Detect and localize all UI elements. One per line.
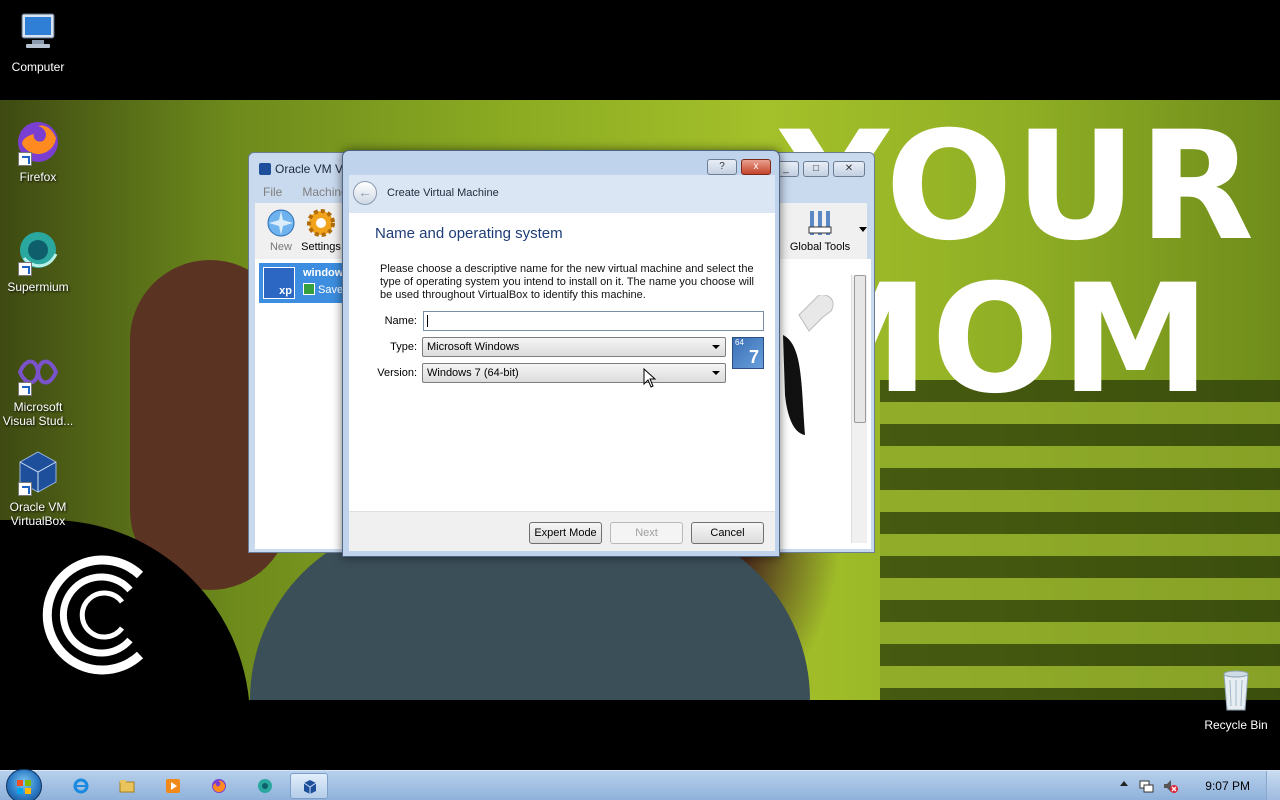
windows-xp-os-icon: xp xyxy=(263,267,295,299)
supermium-icon xyxy=(258,779,272,793)
toolbar-dropdown-arrow-icon[interactable] xyxy=(859,227,867,232)
type-label: Type: xyxy=(390,341,417,353)
firefox-icon xyxy=(212,779,226,793)
scrollbar-thumb[interactable] xyxy=(854,275,866,423)
taskbar-firefox[interactable] xyxy=(200,773,238,799)
create-vm-dialog[interactable]: ? x ← Create Virtual Machine Name and op… xyxy=(342,150,780,557)
virtualbox-icon xyxy=(14,448,62,496)
virtualbox-icon xyxy=(303,780,317,794)
shortcut-arrow-icon xyxy=(18,152,32,166)
dialog-close-button[interactable]: x xyxy=(741,159,771,175)
taskbar-virtualbox[interactable] xyxy=(290,773,328,799)
folder-icon xyxy=(119,780,135,793)
back-arrow-icon: ← xyxy=(358,184,372,200)
menu-machine[interactable]: Machine xyxy=(302,185,347,199)
version-select[interactable]: Windows 7 (64-bit) xyxy=(422,363,726,383)
system-tray: 9:07 PM xyxy=(1110,771,1280,800)
firefox-icon xyxy=(14,118,62,166)
recycle-bin-icon xyxy=(1212,666,1260,714)
details-scrollbar[interactable] xyxy=(851,275,867,543)
dialog-title: Create Virtual Machine xyxy=(387,187,499,199)
start-button[interactable] xyxy=(6,769,42,800)
gear-icon xyxy=(305,207,337,239)
windows-7-os-icon: 64 7 xyxy=(732,337,764,369)
vm-list: xp window Save xyxy=(255,259,350,549)
desktop-icon-virtualbox[interactable]: Oracle VM VirtualBox xyxy=(0,448,76,528)
desktop-icon-supermium[interactable]: Supermium xyxy=(0,228,76,294)
cancel-button[interactable]: Cancel xyxy=(691,522,764,544)
taskbar-supermium[interactable] xyxy=(246,773,284,799)
shortcut-arrow-icon xyxy=(18,482,32,496)
show-hidden-icons-arrow-icon[interactable] xyxy=(1120,781,1128,786)
taskbar: 9:07 PM xyxy=(0,769,1280,800)
shortcut-arrow-icon xyxy=(18,262,32,276)
tools-illustration-icon xyxy=(783,295,834,435)
vm-name: window xyxy=(303,267,344,279)
close-icon: x xyxy=(753,161,759,172)
tools-icon xyxy=(804,207,836,239)
help-button[interactable]: ? xyxy=(707,159,737,175)
desktop-icon-label: Oracle VM VirtualBox xyxy=(9,500,67,528)
next-button[interactable]: Next xyxy=(610,522,683,544)
expert-mode-button[interactable]: Expert Mode xyxy=(529,522,602,544)
desktop-icon-label: Recycle Bin xyxy=(1204,718,1268,732)
taskbar-media-player[interactable] xyxy=(154,773,192,799)
text-caret xyxy=(427,315,428,327)
back-button[interactable]: ← xyxy=(353,181,377,205)
vm-state: Save xyxy=(303,283,343,296)
shortcut-arrow-icon xyxy=(18,382,32,396)
desktop-icon-label: Microsoft Visual Stud... xyxy=(2,400,74,428)
desktop-icon-label: Supermium xyxy=(7,280,69,294)
desktop-icon-recycle-bin[interactable]: Recycle Bin xyxy=(1198,666,1274,732)
dialog-header: ← Create Virtual Machine xyxy=(349,175,775,213)
menu-file[interactable]: File xyxy=(263,185,282,199)
desktop-icon-label: Firefox xyxy=(19,170,57,184)
show-desktop-button[interactable] xyxy=(1266,771,1280,800)
supermium-icon xyxy=(14,228,62,276)
name-label: Name: xyxy=(384,315,417,327)
taskbar-file-explorer[interactable] xyxy=(108,773,146,799)
desktop-icon-visual-studio[interactable]: Microsoft Visual Stud... xyxy=(0,348,76,428)
wallpaper-stairs xyxy=(880,380,1280,700)
virtualbox-logo-icon xyxy=(259,163,271,175)
maximize-button[interactable]: □ xyxy=(803,161,829,177)
network-icon[interactable] xyxy=(1138,778,1154,794)
media-player-icon xyxy=(166,779,180,793)
volume-muted-icon[interactable] xyxy=(1162,778,1178,794)
version-label: Version: xyxy=(377,367,417,379)
section-title: Name and operating system xyxy=(375,225,563,242)
desktop-icon-label: Computer xyxy=(11,60,65,74)
taskbar-clock[interactable]: 9:07 PM xyxy=(1205,779,1250,793)
dialog-footer: Expert Mode Next Cancel xyxy=(349,511,775,551)
name-input[interactable] xyxy=(423,311,764,331)
description-text: Please choose a descriptive name for the… xyxy=(380,263,755,301)
windows-logo-icon xyxy=(17,780,31,794)
desktop-icon-firefox[interactable]: Firefox xyxy=(0,118,76,184)
desktop-icon-computer[interactable]: Computer xyxy=(0,8,76,74)
internet-explorer-icon xyxy=(73,778,89,794)
computer-icon xyxy=(14,8,62,56)
vm-list-item[interactable]: xp window Save xyxy=(259,263,349,303)
type-select[interactable]: Microsoft Windows xyxy=(422,337,726,357)
close-button[interactable]: ✕ xyxy=(833,161,865,177)
saved-state-icon xyxy=(303,283,315,295)
chevron-down-icon xyxy=(712,345,720,349)
new-machine-icon xyxy=(265,207,297,239)
global-tools-button[interactable]: Global Tools xyxy=(785,207,855,253)
visual-studio-icon xyxy=(14,348,62,396)
mouse-cursor-icon xyxy=(643,368,657,388)
window-title: Oracle VM V xyxy=(259,162,343,176)
chevron-down-icon xyxy=(712,371,720,375)
taskbar-internet-explorer[interactable] xyxy=(62,773,100,799)
details-pane xyxy=(779,259,871,549)
dialog-body: Name and operating system Please choose … xyxy=(349,213,775,511)
settings-button[interactable]: Settings xyxy=(297,207,345,253)
